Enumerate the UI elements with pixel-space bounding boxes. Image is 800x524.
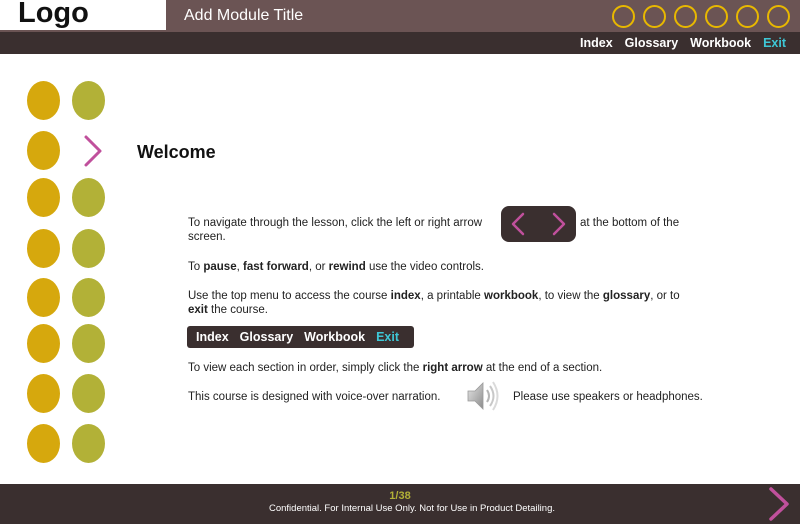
- nav-exit-link[interactable]: Exit: [763, 36, 786, 50]
- logo: Logo: [18, 0, 89, 29]
- chevron-right-icon[interactable]: [82, 134, 104, 168]
- menu-illustration: Index Glossary Workbook Exit: [187, 326, 414, 348]
- speaker-icon[interactable]: [465, 378, 501, 414]
- instruction-text: , a printable: [420, 290, 481, 302]
- illustration-exit-label: Exit: [376, 330, 399, 344]
- instruction-text: , or to: [650, 290, 680, 302]
- top-nav-bar: Index Glossary Workbook Exit: [0, 32, 800, 54]
- emphasis-text: right arrow: [422, 362, 483, 374]
- emphasis-text: exit: [188, 304, 208, 316]
- instruction-text: To: [188, 261, 201, 273]
- instruction-text: Please use speakers or headphones.: [513, 391, 703, 403]
- section-dot[interactable]: [27, 131, 60, 170]
- section-dot[interactable]: [72, 81, 105, 120]
- section-dot[interactable]: [27, 278, 60, 317]
- voice-instructions: This course is designed with voice-over …: [188, 390, 440, 404]
- instruction-text: To navigate through the lesson, click th…: [188, 217, 483, 229]
- order-instructions: To view each section in order, simply cl…: [188, 361, 602, 375]
- page-number: 1/38: [389, 490, 411, 502]
- menu-instructions: Use the top menu to access the course in…: [188, 289, 680, 303]
- instruction-text: the course.: [211, 304, 268, 316]
- section-dot[interactable]: [72, 178, 105, 217]
- emphasis-text: workbook: [484, 290, 539, 302]
- top-nav: Index Glossary Workbook Exit: [580, 36, 786, 50]
- page-title: Welcome: [137, 142, 216, 162]
- illustration-workbook-label: Workbook: [304, 330, 366, 344]
- illustration-glossary-label: Glossary: [239, 330, 294, 344]
- section-dot[interactable]: [72, 229, 105, 268]
- nav-workbook-link[interactable]: Workbook: [690, 36, 751, 50]
- menu-instructions-line2: exit the course.: [188, 303, 268, 317]
- instruction-text: use the video controls.: [368, 261, 485, 273]
- progress-ring-icon: [705, 5, 728, 28]
- emphasis-text: fast forward: [243, 261, 309, 273]
- module-title: Add Module Title: [184, 7, 304, 24]
- next-arrow-icon[interactable]: [766, 487, 792, 521]
- progress-ring-icon: [612, 5, 635, 28]
- illustration-index-label: Index: [196, 330, 229, 344]
- section-dot[interactable]: [27, 81, 60, 120]
- header-bar: Logo Add Module Title: [0, 0, 800, 32]
- instruction-text: at the end of a section.: [485, 362, 603, 374]
- section-dot[interactable]: [72, 424, 105, 463]
- nav-instructions-tail: at the bottom of the: [580, 216, 679, 230]
- emphasis-text: index: [390, 290, 421, 302]
- section-dot[interactable]: [72, 374, 105, 413]
- progress-ring-icon: [674, 5, 697, 28]
- instruction-text: , to view the: [538, 290, 600, 302]
- nav-glossary-link[interactable]: Glossary: [625, 36, 679, 50]
- arrow-buttons-illustration: [501, 206, 576, 242]
- footer-bar: 1/38 Confidential. For Internal Use Only…: [0, 484, 800, 524]
- instruction-text: screen.: [188, 231, 226, 243]
- instruction-text: ,: [236, 261, 240, 273]
- instruction-text: , or: [308, 261, 326, 273]
- section-dot[interactable]: [27, 424, 60, 463]
- instruction-text: To view each section in order, simply cl…: [188, 362, 420, 374]
- controls-instructions: To pause, fast forward, or rewind use th…: [188, 260, 484, 274]
- chevron-left-icon: [511, 212, 525, 236]
- emphasis-text: glossary: [602, 290, 651, 302]
- emphasis-text: pause: [203, 261, 237, 273]
- confidential-notice: Confidential. For Internal Use Only. Not…: [268, 503, 555, 514]
- section-dot[interactable]: [27, 178, 60, 217]
- section-dot[interactable]: [27, 229, 60, 268]
- progress-rings: [612, 5, 790, 28]
- nav-instructions-line2: screen.: [188, 230, 226, 244]
- instruction-text: at the bottom of the: [580, 217, 680, 229]
- section-dot[interactable]: [27, 374, 60, 413]
- progress-ring-icon: [767, 5, 790, 28]
- instruction-text: Use the top menu to access the course: [188, 290, 388, 302]
- nav-index-link[interactable]: Index: [580, 36, 613, 50]
- chevron-right-icon: [552, 212, 566, 236]
- nav-instructions: To navigate through the lesson, click th…: [188, 216, 482, 230]
- logo-box: Logo: [0, 0, 166, 30]
- voice-instructions-tail: Please use speakers or headphones.: [513, 390, 703, 404]
- emphasis-text: rewind: [328, 261, 366, 273]
- progress-ring-icon: [643, 5, 666, 28]
- progress-ring-icon: [736, 5, 759, 28]
- section-dot[interactable]: [27, 324, 60, 363]
- section-dot[interactable]: [72, 324, 105, 363]
- section-dot[interactable]: [72, 278, 105, 317]
- instruction-text: This course is designed with voice-over …: [188, 391, 441, 403]
